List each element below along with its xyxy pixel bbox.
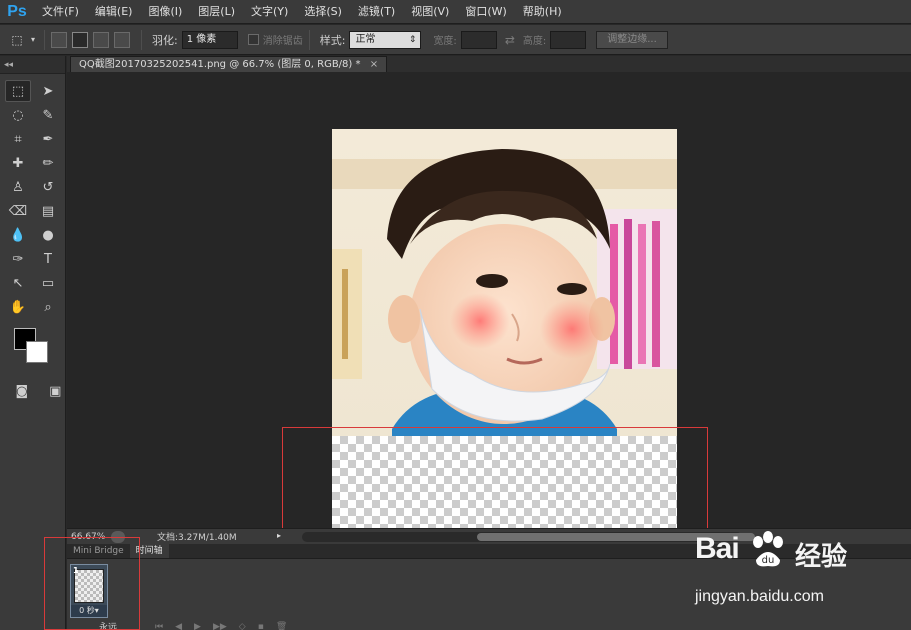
menu-help[interactable]: 帮助(H) [515,0,570,24]
canvas-area[interactable] [67,72,911,534]
brush-icon[interactable]: ✏ [35,152,61,174]
antialias-label: 消除锯齿 [262,36,303,47]
eyedropper-icon[interactable]: ✒ [35,128,61,150]
document-tab-title: QQ截图20170325202541.png @ 66.7% (图层 0, RG… [79,59,361,70]
antialias-checkbox[interactable] [247,34,259,45]
style-select[interactable]: 正常 [349,30,422,49]
healing-brush-icon[interactable]: ✚ [5,152,31,174]
playback-controls: ⏮ ◀ ▶ ▶▶ ◇ ▪ 🗑 [155,622,287,630]
paw-icon: du [753,531,783,567]
play-icon[interactable]: ▶ [194,622,201,630]
rect-marquee-icon[interactable]: ⬚ [5,80,31,102]
divider [44,29,45,50]
options-bar: ⬚ ▾ 羽化: 1 像素 消除锯齿 样式: 正常 宽度: ⇄ 高度: 调整边缘.… [0,25,911,55]
prev-frame-icon[interactable]: ◀ [175,622,182,630]
doc-size-info: 文档:3.27M/1.40M [157,533,237,543]
width-input[interactable] [460,30,497,49]
close-icon[interactable]: × [370,59,378,70]
menu-filter[interactable]: 滤镜(T) [350,0,403,24]
style-label: 样式: [319,33,346,47]
feather-input[interactable]: 1 像素 [181,30,238,49]
refine-edge-button[interactable]: 调整边缘... [596,30,668,49]
document-tabs: QQ截图20170325202541.png @ 66.7% (图层 0, RG… [67,56,911,72]
photoshop-logo: Ps [7,2,27,20]
width-label: 宽度: [433,36,457,47]
marquee-preset-icon[interactable]: ⬚ [6,30,28,50]
swap-icon[interactable]: ⇄ [505,33,515,47]
screen-mode-icon[interactable]: ▣ [46,380,66,402]
intersect-selection-button[interactable] [114,31,130,48]
crop-icon[interactable]: ⌗ [5,128,31,150]
add-to-selection-button[interactable] [72,31,88,48]
color-swatches [12,328,65,368]
svg-text:du: du [762,555,775,566]
next-frame-icon[interactable]: ▶▶ [213,622,227,630]
menu-type[interactable]: 文字(Y) [243,0,296,24]
gradient-icon[interactable]: ▤ [35,200,61,222]
watermark-brand: Bai [695,532,740,565]
path-select-icon[interactable]: ↖ [5,272,31,294]
menu-layer[interactable]: 图层(L) [190,0,243,24]
height-input[interactable] [550,30,587,49]
tween-icon[interactable]: ◇ [239,622,246,630]
feather-label: 羽化: [152,33,178,47]
quick-mask-icon[interactable]: ◙ [12,380,32,402]
new-selection-button[interactable] [51,31,67,48]
menu-select[interactable]: 选择(S) [296,0,350,24]
divider [308,29,310,50]
hand-icon[interactable]: ✋ [5,296,31,318]
zoom-icon[interactable]: ⌕ [35,296,61,318]
blur-icon[interactable]: 💧 [5,224,31,246]
menu-file[interactable]: 文件(F) [34,0,87,24]
eraser-icon[interactable]: ⌫ [5,200,31,222]
watermark-url: jingyan.baidu.com [695,588,824,605]
divider [141,29,142,50]
subtract-selection-button[interactable] [93,31,109,48]
watermark-brand-cn: 经验 [795,542,848,572]
rectangle-shape-icon[interactable]: ▭ [35,272,61,294]
type-icon[interactable]: T [35,248,61,270]
annotation-highlight-box [282,427,708,534]
menu-view[interactable]: 视图(V) [403,0,457,24]
horizontal-scrollbar[interactable] [302,532,755,542]
dodge-icon[interactable]: ● [35,224,61,246]
history-brush-icon[interactable]: ↺ [35,176,61,198]
pen-icon[interactable]: ✑ [5,248,31,270]
first-frame-icon[interactable]: ⏮ [155,622,163,630]
duplicate-frame-icon[interactable]: ▪ [258,622,264,630]
lasso-icon[interactable]: ◌ [5,104,31,126]
menu-bar: Ps 文件(F) 编辑(E) 图像(I) 图层(L) 文字(Y) 选择(S) 滤… [0,0,911,24]
quick-select-icon[interactable]: ✎ [35,104,61,126]
status-menu-arrow[interactable]: ▸ [277,531,289,543]
move-tool-icon[interactable]: ➤ [35,80,61,102]
menu-image[interactable]: 图像(I) [140,0,190,24]
chevron-down-icon[interactable]: ▾ [28,30,38,50]
background-color-swatch[interactable] [26,341,48,363]
document-tab[interactable]: QQ截图20170325202541.png @ 66.7% (图层 0, RG… [70,56,388,72]
height-label: 高度: [522,36,547,47]
photo-layer [332,129,677,436]
menu-window[interactable]: 窗口(W) [457,0,514,24]
clone-stamp-icon[interactable]: ♙ [5,176,31,198]
annotation-frame-highlight [44,537,140,630]
child-photo [332,129,677,436]
baidu-jingyan-watermark: Bai du 经验 jingyan.baidu.com [695,530,895,610]
menu-edit[interactable]: 编辑(E) [87,0,141,24]
collapse-icon[interactable]: ◂◂ [0,56,65,74]
delete-frame-icon[interactable]: 🗑 [276,622,287,630]
